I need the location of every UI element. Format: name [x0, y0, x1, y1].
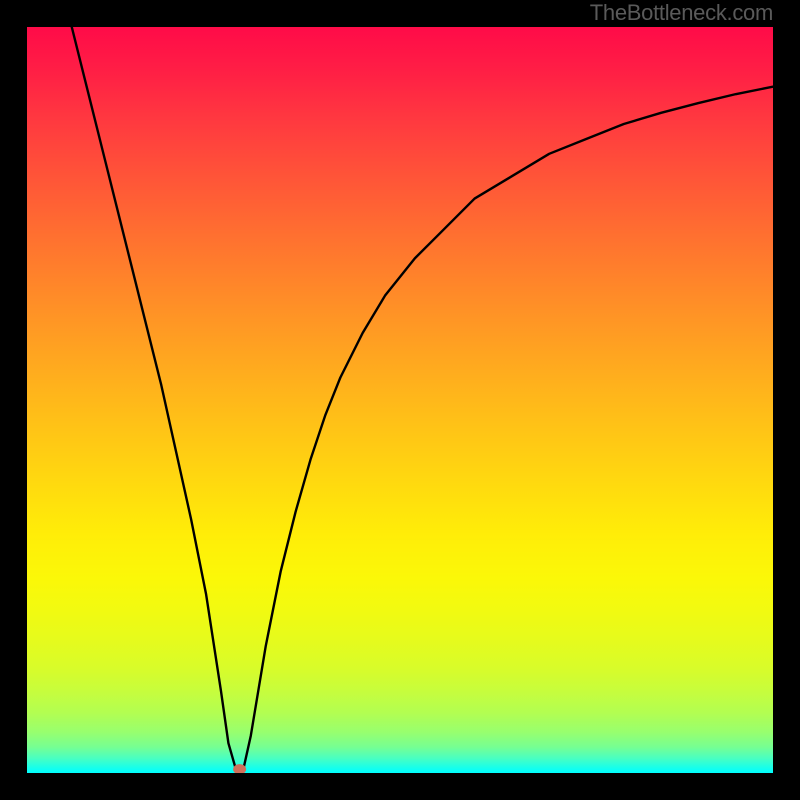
- bottleneck-curve: [27, 27, 773, 773]
- plot-area: [27, 27, 773, 773]
- watermark-text: TheBottleneck.com: [590, 0, 773, 26]
- chart-frame: TheBottleneck.com: [0, 0, 800, 800]
